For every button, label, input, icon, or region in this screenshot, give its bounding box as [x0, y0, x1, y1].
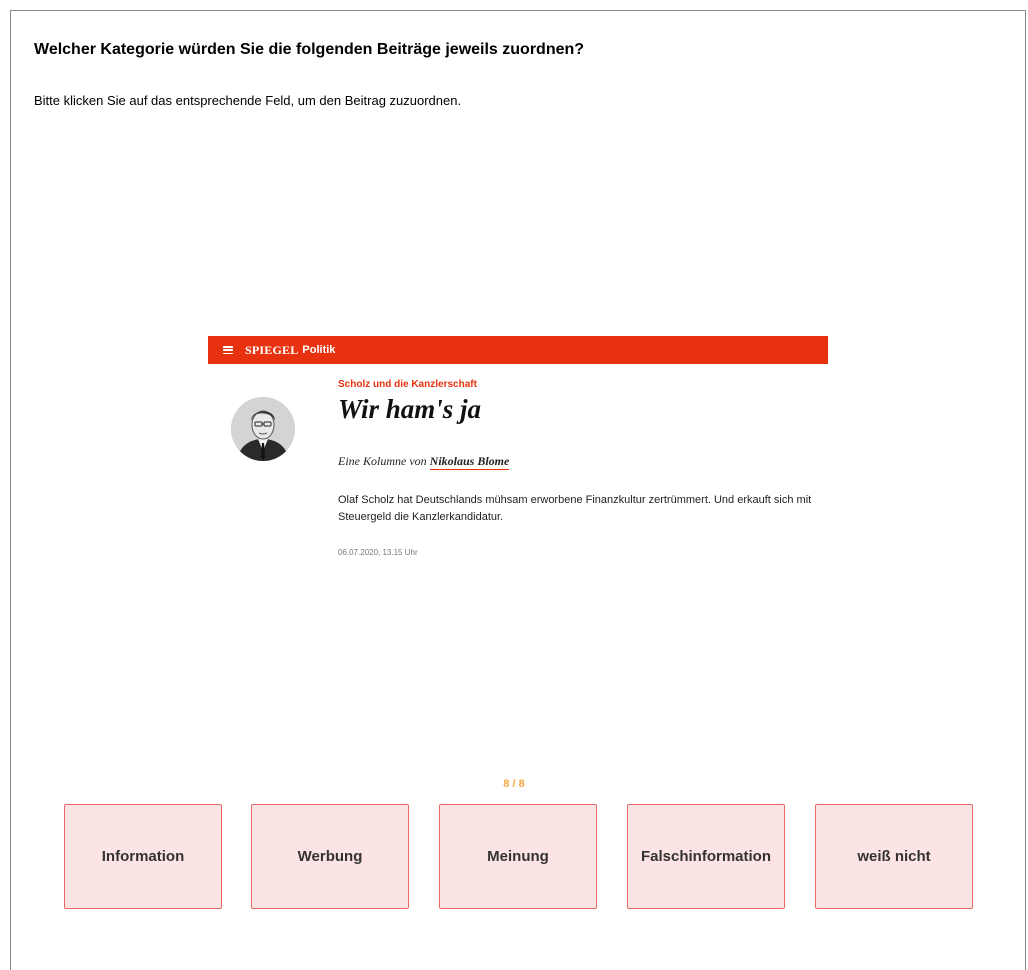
- article-date: 06.07.2020, 13.15 Uhr: [338, 548, 418, 557]
- question-title: Welcher Kategorie würden Sie die folgend…: [34, 41, 585, 58]
- progress-counter: 8 / 8: [503, 778, 525, 790]
- hamburger-menu-icon: [223, 346, 233, 354]
- article-teaser: Olaf Scholz hat Deutschlands mühsam erwo…: [338, 494, 812, 523]
- instruction-text: Bitte klicken Sie auf das entsprechende …: [34, 93, 462, 108]
- category-button-werbung[interactable]: Werbung: [251, 804, 409, 909]
- article-screenshot: SPIEGEL Politik Scholz und die Kanzlersc…: [208, 336, 828, 576]
- category-button-weiss-nicht[interactable]: weiß nicht: [815, 804, 973, 909]
- author-portrait: [231, 397, 295, 461]
- category-button-information[interactable]: Information: [64, 804, 222, 909]
- spiegel-header-bar: SPIEGEL Politik: [208, 336, 828, 364]
- article-kicker: Scholz und die Kanzlerschaft: [338, 379, 477, 390]
- section-label: Politik: [302, 344, 336, 356]
- author-name: Nikolaus Blome: [429, 454, 510, 470]
- category-button-meinung[interactable]: Meinung: [439, 804, 597, 909]
- article-byline: Eine Kolumne von Nikolaus Blome: [338, 454, 510, 470]
- category-button-falschinformation[interactable]: Falschinformation: [627, 804, 785, 909]
- spiegel-logo: SPIEGEL: [245, 342, 299, 357]
- article-headline: Wir ham's ja: [338, 394, 482, 424]
- byline-prefix: Eine Kolumne von: [338, 454, 427, 468]
